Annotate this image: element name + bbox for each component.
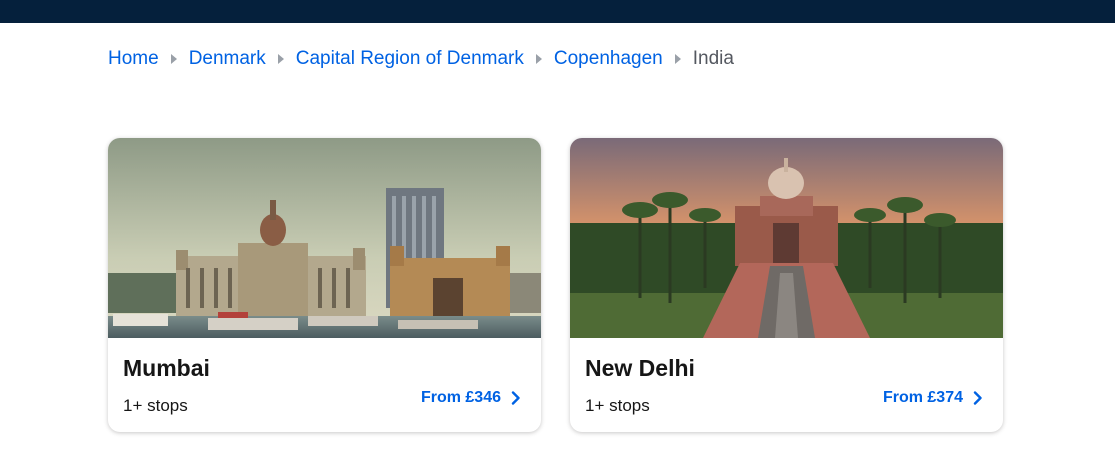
top-navigation-bar: [0, 0, 1115, 23]
destination-card-new-delhi[interactable]: New Delhi 1+ stops From £374: [570, 138, 1003, 432]
breadcrumb-separator-icon: [170, 54, 177, 64]
card-stops: 1+ stops: [585, 396, 650, 415]
card-price: From £346: [420, 389, 501, 406]
chevron-right-icon: [511, 391, 520, 405]
chevron-right-icon: [973, 391, 982, 405]
breadcrumb-separator-icon: [277, 54, 284, 64]
new-delhi-photo: [570, 138, 1003, 338]
breadcrumb-denmark[interactable]: Denmark: [189, 48, 266, 70]
mumbai-photo: [108, 138, 541, 338]
breadcrumb-current: India: [692, 48, 734, 69]
card-title: Mumbai: [123, 355, 210, 381]
card-price: From £374: [882, 389, 963, 406]
breadcrumb-home[interactable]: Home: [108, 48, 159, 70]
breadcrumb-separator-icon: [535, 54, 542, 64]
card-price-link[interactable]: From £346: [421, 389, 521, 407]
card-price-link[interactable]: From £374: [883, 389, 983, 407]
card-stops: 1+ stops: [123, 396, 188, 415]
destination-card-mumbai[interactable]: Mumbai 1+ stops From £346: [108, 138, 541, 432]
breadcrumb: Home Denmark Capital Region of Denmark C…: [108, 47, 734, 71]
card-title: New Delhi: [585, 355, 695, 381]
breadcrumb-capital-region[interactable]: Capital Region of Denmark: [296, 48, 524, 70]
breadcrumb-copenhagen[interactable]: Copenhagen: [554, 48, 663, 70]
breadcrumb-separator-icon: [674, 54, 681, 64]
